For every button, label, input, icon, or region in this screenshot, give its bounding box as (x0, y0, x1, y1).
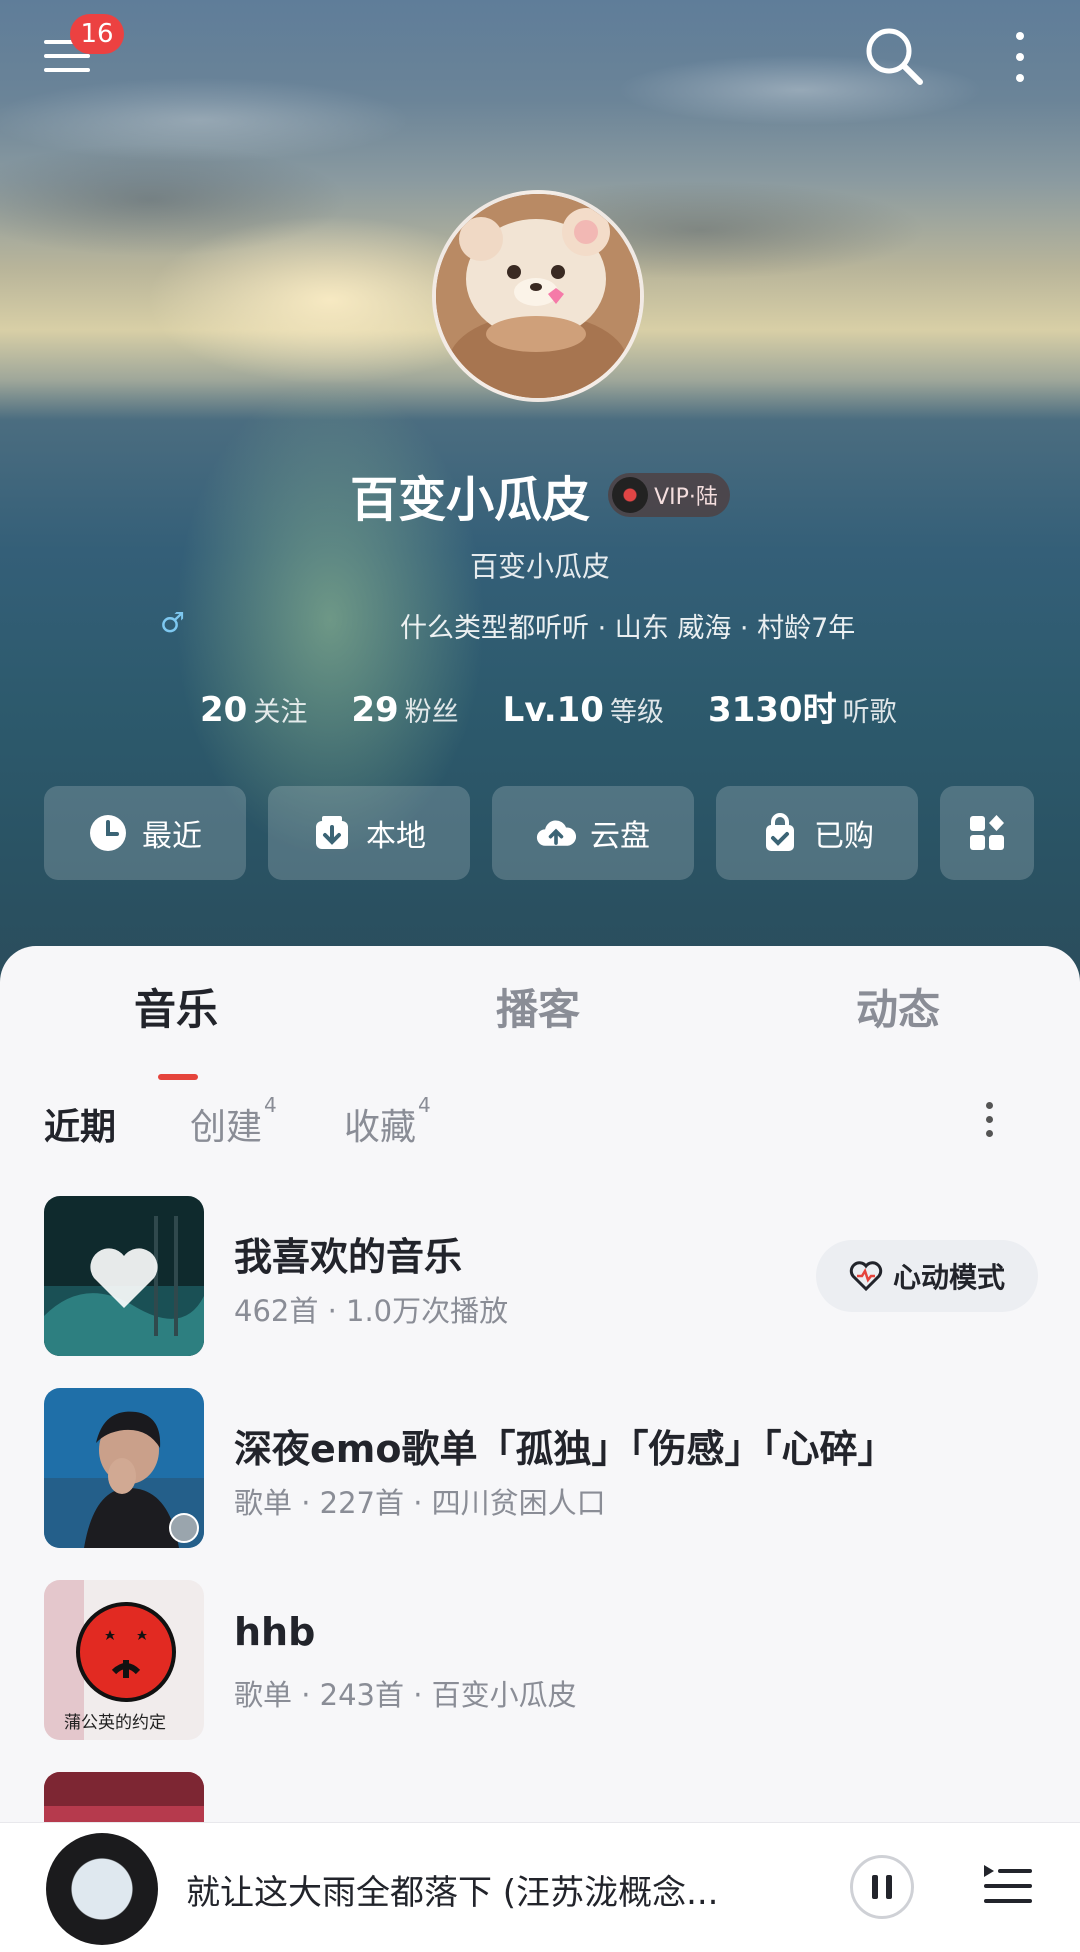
local-label: 本地 (366, 819, 426, 854)
playlist-meta: 歌单 · 227首 · 四川贫困人口 (234, 1486, 606, 1520)
playlist-cover: 蒲公英的约定 (44, 1580, 204, 1740)
stat-value: 20 (200, 690, 248, 730)
more-vertical-icon (986, 1102, 993, 1109)
list-item[interactable]: 我喜欢的音乐 462首 · 1.0万次播放 心动模式 (44, 1196, 1044, 1356)
playlist-title: 深夜emo歌单「孤独」「伤感」「心碎」 (234, 1427, 896, 1471)
playlist-meta: 462首 · 1.0万次播放 (234, 1294, 509, 1328)
male-icon: ♂ (160, 606, 186, 639)
stat-label: 关注 (253, 697, 308, 728)
sub-tabs: 近期 创建4 收藏4 (44, 1093, 1044, 1150)
main-tabs: 音乐 播客 动态 (0, 976, 1080, 1080)
list-options-button[interactable] (980, 1098, 1000, 1142)
mini-player[interactable]: 就让这大雨全都落下 (汪苏泷概念... (0, 1822, 1080, 1952)
vip-badge[interactable]: VIP·陆 (608, 473, 730, 517)
more-icon-dot (1016, 53, 1024, 61)
download-icon (312, 813, 352, 853)
stat-label: 等级 (609, 697, 664, 728)
cloud-drive-label: 云盘 (590, 819, 650, 854)
avatar-image (436, 194, 640, 398)
stat-followers[interactable]: 29 粉丝 (351, 690, 458, 730)
more-vertical-icon-dot (986, 1130, 993, 1137)
subtab-label: 收藏 (344, 1107, 417, 1148)
list-item[interactable]: 深夜emo歌单「孤独」「伤感」「心碎」 歌单 · 227首 · 四川贫困人口 (44, 1388, 1044, 1548)
notification-badge: 16 (70, 14, 124, 54)
nickname-row: 百变小瓜皮 VIP·陆 (0, 460, 1080, 530)
pause-button[interactable] (850, 1855, 914, 1919)
subtab-count: 4 (264, 1093, 277, 1117)
more-icon (1016, 32, 1024, 40)
now-playing-title: 就让这大雨全都落下 (汪苏泷概念... (186, 1873, 719, 1913)
recent-button[interactable]: 最近 (44, 786, 246, 880)
subtab-created[interactable]: 创建4 (190, 1093, 277, 1150)
subtab-collected[interactable]: 收藏4 (344, 1093, 431, 1150)
shopping-bag-icon (760, 813, 800, 853)
menu-icon-bar (44, 68, 90, 72)
playlist-cover (44, 1388, 204, 1548)
stat-value: 3130时 (707, 690, 837, 730)
cover-text: 蒲公英的约定 (64, 1713, 166, 1733)
stat-level[interactable]: Lv.10 等级 (503, 690, 664, 730)
heartbeat-icon (849, 1261, 883, 1291)
vip-label: VIP·陆 (654, 485, 718, 510)
clock-icon (88, 813, 128, 853)
playlist-queue-button[interactable] (980, 1861, 1036, 1911)
playlist-cover (44, 1196, 204, 1356)
cloud-drive-button[interactable]: 云盘 (492, 786, 694, 880)
profile-info: 什么类型都听听 · 山东 威海 · 村龄7年 (400, 613, 856, 644)
tab-activity[interactable]: 动态 (856, 976, 940, 1037)
playlist-title: hhb (234, 1610, 316, 1654)
subtab-recent[interactable]: 近期 (44, 1098, 116, 1150)
subtab-count: 4 (418, 1093, 431, 1117)
content-sheet: 音乐 播客 动态 近期 创建4 收藏4 我喜欢的音乐 462首 · 1.0万次播… (0, 946, 1080, 1952)
quick-actions: 最近 本地 云盘 已购 (44, 786, 1034, 880)
purchased-button[interactable]: 已购 (716, 786, 918, 880)
cloud-upload-icon (536, 813, 576, 853)
stat-value: 29 (351, 690, 399, 730)
heart-mode-button[interactable]: 心动模式 (816, 1240, 1038, 1312)
stat-following[interactable]: 20 关注 (200, 690, 307, 730)
playlist-meta: 歌单 · 243首 · 百变小瓜皮 (234, 1678, 577, 1712)
apps-grid-icon (967, 813, 1007, 853)
heart-mode-label: 心动模式 (892, 1261, 1005, 1294)
avatar[interactable] (432, 190, 644, 402)
vinyl-disc-icon (612, 477, 649, 513)
stat-listen-time[interactable]: 3130时 听歌 (708, 682, 897, 731)
profile-subname: 百变小瓜皮 (469, 550, 610, 583)
playlist-title: 我喜欢的音乐 (234, 1235, 463, 1279)
more-options-button[interactable] (1006, 26, 1034, 88)
subtab-label: 近期 (44, 1107, 117, 1148)
search-button[interactable] (862, 24, 926, 88)
stat-value: Lv.10 (502, 690, 604, 730)
subtab-label: 创建 (190, 1107, 263, 1148)
more-apps-button[interactable] (940, 786, 1034, 880)
local-button[interactable]: 本地 (268, 786, 470, 880)
more-vertical-icon-dot (986, 1116, 993, 1123)
album-disc[interactable] (46, 1833, 158, 1945)
stat-label: 听歌 (842, 697, 897, 728)
purchased-label: 已购 (814, 819, 874, 854)
tab-indicator (158, 1074, 198, 1080)
queue-icon (984, 1865, 1032, 1903)
list-item[interactable]: 蒲公英的约定 hhb 歌单 · 243首 · 百变小瓜皮 (44, 1580, 1044, 1740)
menu-icon-bar (44, 54, 90, 58)
recent-label: 最近 (142, 819, 202, 854)
stat-label: 粉丝 (404, 697, 459, 728)
profile-info-row: ♂ 什么类型都听听 · 山东 威海 · 村龄7年 (0, 604, 1080, 644)
nickname: 百变小瓜皮 (350, 472, 591, 528)
profile-stats: 20 关注 29 粉丝 Lv.10 等级 3130时 听歌 (200, 682, 897, 731)
search-icon (866, 28, 923, 85)
tab-music[interactable]: 音乐 (134, 976, 218, 1037)
tab-podcast[interactable]: 播客 (496, 976, 580, 1037)
more-icon-dot (1016, 74, 1024, 82)
